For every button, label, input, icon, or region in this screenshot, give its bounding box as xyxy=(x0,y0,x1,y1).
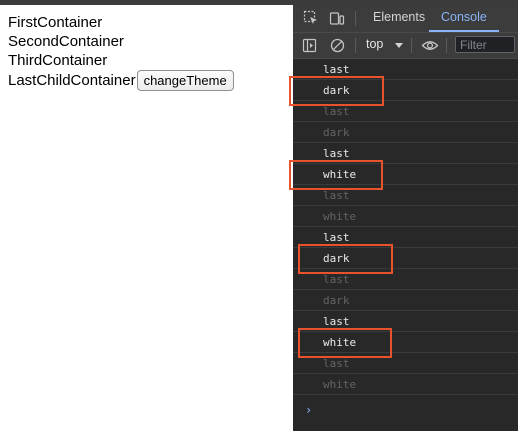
clear-console-icon[interactable] xyxy=(330,38,345,53)
console-message: last xyxy=(293,185,518,206)
first-container: FirstContainer xyxy=(8,14,103,31)
page-viewport: FirstContainer SecondContainer ThirdCont… xyxy=(0,5,293,431)
third-container: ThirdContainer xyxy=(8,52,108,69)
device-toolbar-icon[interactable] xyxy=(329,10,345,26)
console-message: dark xyxy=(293,122,518,143)
console-message: last xyxy=(293,269,518,290)
tab-separator xyxy=(355,11,356,26)
console-message: dark xyxy=(293,290,518,311)
console-message: last xyxy=(293,143,518,164)
last-child-container-text: LastChildContainer xyxy=(8,72,136,89)
devtools-panel: Elements Console top lastdarklastdarklas… xyxy=(293,5,518,431)
console-message: last xyxy=(293,353,518,374)
devtools-tab-bar: Elements Console xyxy=(293,5,518,33)
console-messages: last dark last dark last white last white last da… xyxy=(293,59,518,395)
inspect-element-icon[interactable] xyxy=(303,10,319,26)
live-expression-eye-icon[interactable] xyxy=(421,38,439,53)
change-theme-button[interactable]: changeTheme xyxy=(136,70,234,91)
console-message: dark xyxy=(293,248,518,269)
sidebar-toggle-icon[interactable] xyxy=(302,38,317,53)
toolbar-separator xyxy=(411,38,412,53)
tab-elements[interactable]: Elements xyxy=(373,5,425,32)
context-dropdown-icon[interactable] xyxy=(395,43,403,48)
console-message: white xyxy=(293,374,518,395)
console-message: last xyxy=(293,59,518,80)
console-message: last xyxy=(293,227,518,248)
second-container: SecondContainer xyxy=(8,33,124,50)
toolbar-separator xyxy=(446,38,447,53)
context-selector[interactable]: top xyxy=(366,37,383,51)
console-filter-input[interactable] xyxy=(455,36,515,53)
last-child-container: LastChildContainer changeTheme xyxy=(8,70,234,91)
console-toolbar: top xyxy=(293,33,518,59)
console-message: dark xyxy=(293,80,518,101)
console-message: white xyxy=(293,332,518,353)
toolbar-separator xyxy=(355,38,356,53)
console-message: white xyxy=(293,206,518,227)
console-prompt[interactable]: › xyxy=(305,403,312,417)
console-message: last xyxy=(293,101,518,122)
tab-console[interactable]: Console xyxy=(429,5,499,32)
console-message: last xyxy=(293,311,518,332)
console-message: white xyxy=(293,164,518,185)
